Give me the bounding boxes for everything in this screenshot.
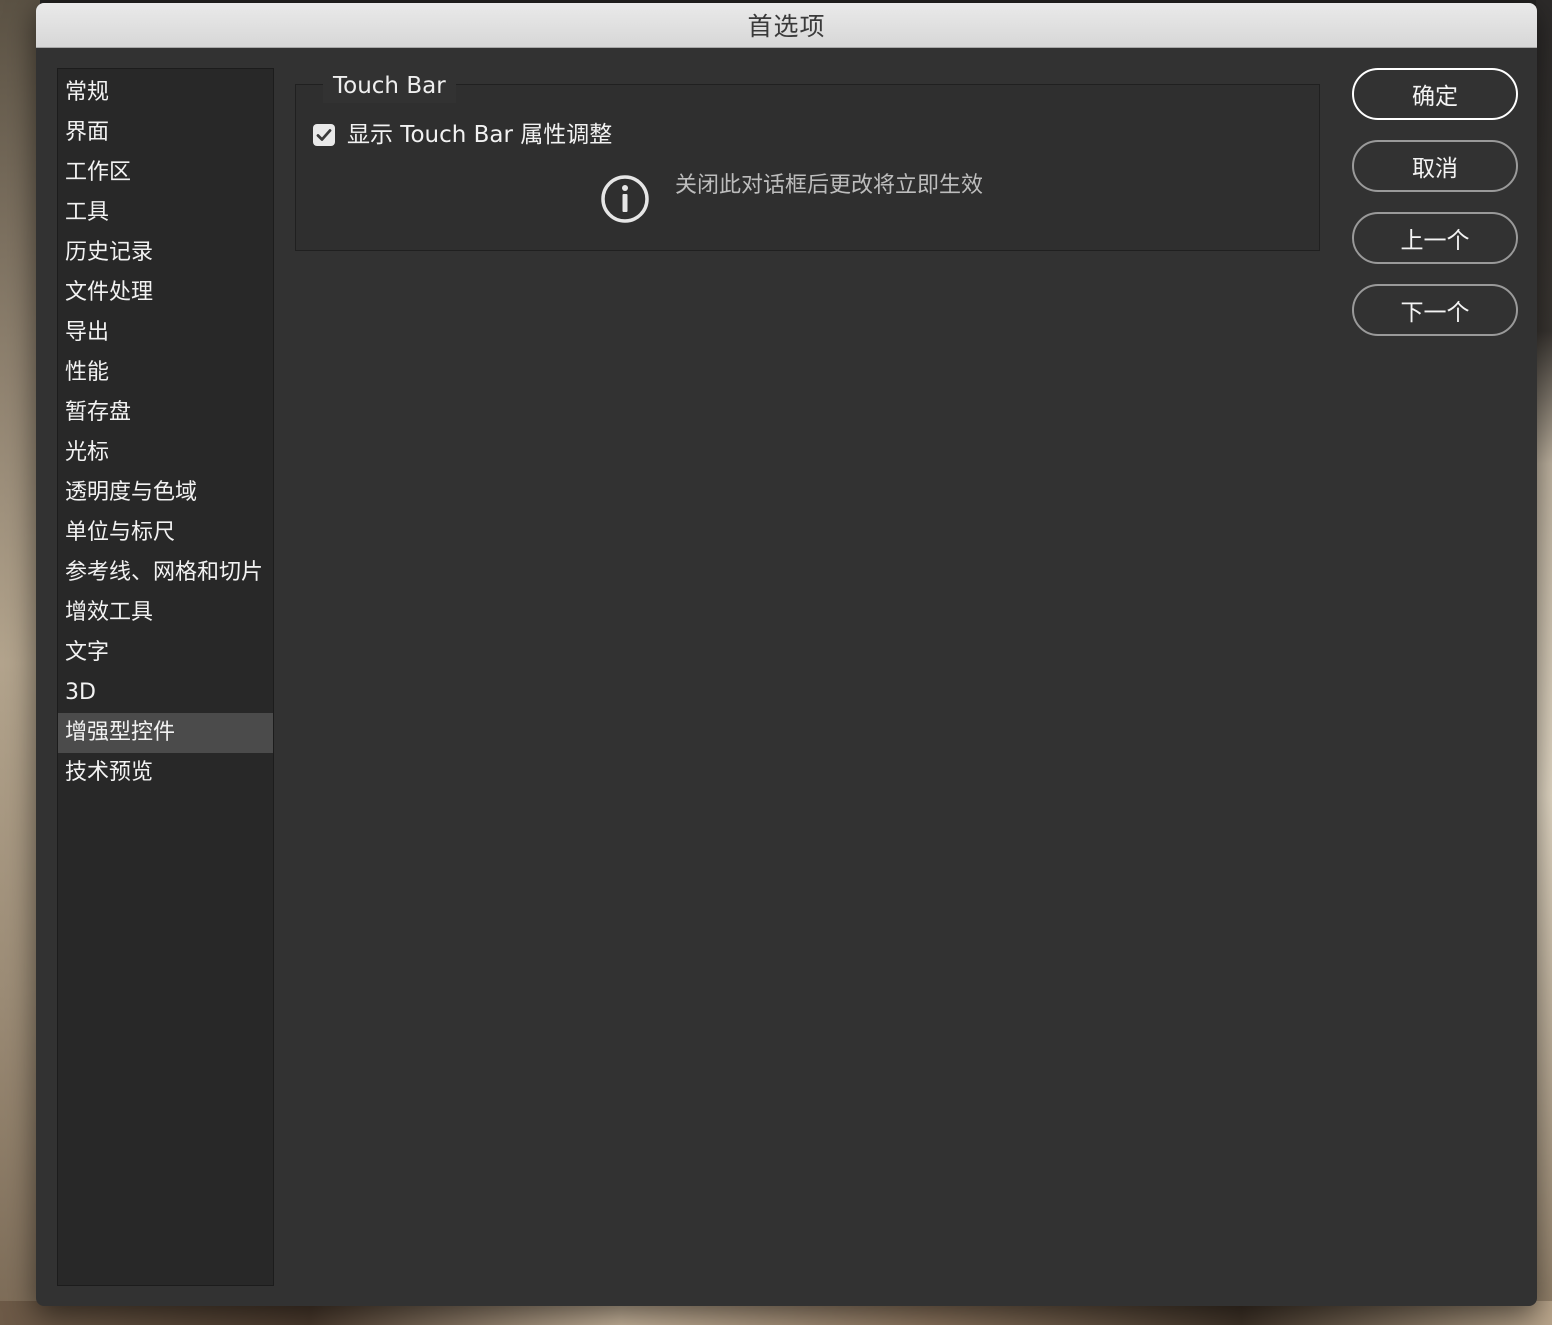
sidebar-item-tools[interactable]: 工具 — [58, 193, 273, 233]
cancel-button[interactable]: 取消 — [1352, 140, 1518, 192]
touch-bar-group — [295, 84, 1320, 251]
preferences-sidebar: 常规 界面 工作区 工具 历史记录 文件处理 导出 性能 暂存盘 光标 透明度与… — [57, 68, 274, 1286]
sidebar-item-history[interactable]: 历史记录 — [58, 233, 273, 273]
sidebar-item-plugins[interactable]: 增效工具 — [58, 593, 273, 633]
desktop-backdrop-left — [0, 0, 40, 1325]
desktop-backdrop-right — [1536, 0, 1552, 1325]
sidebar-item-type[interactable]: 文字 — [58, 633, 273, 673]
sidebar-list: 常规 界面 工作区 工具 历史记录 文件处理 导出 性能 暂存盘 光标 透明度与… — [58, 69, 273, 793]
touch-bar-group-title: Touch Bar — [323, 69, 456, 103]
info-message: 关闭此对话框后更改将立即生效 — [599, 173, 983, 225]
show-touch-bar-label[interactable]: 显示 Touch Bar 属性调整 — [347, 118, 612, 152]
sidebar-item-cursors[interactable]: 光标 — [58, 433, 273, 473]
sidebar-item-export[interactable]: 导出 — [58, 313, 273, 353]
sidebar-item-file-handling[interactable]: 文件处理 — [58, 273, 273, 313]
show-touch-bar-option[interactable]: 显示 Touch Bar 属性调整 — [313, 118, 612, 152]
checkmark-icon — [316, 129, 332, 141]
info-text: 关闭此对话框后更改将立即生效 — [675, 173, 984, 198]
sidebar-item-performance[interactable]: 性能 — [58, 353, 273, 393]
sidebar-item-workspace[interactable]: 工作区 — [58, 153, 273, 193]
sidebar-item-3d[interactable]: 3D — [58, 673, 273, 713]
sidebar-item-general[interactable]: 常规 — [58, 73, 273, 113]
sidebar-item-transparency-gamut[interactable]: 透明度与色域 — [58, 473, 273, 513]
ok-button[interactable]: 确定 — [1352, 68, 1518, 120]
sidebar-item-units-rulers[interactable]: 单位与标尺 — [58, 513, 273, 553]
sidebar-item-scratch-disks[interactable]: 暂存盘 — [58, 393, 273, 433]
title-bar[interactable]: 首选项 — [36, 3, 1537, 48]
preferences-dialog: 首选项 常规 界面 工作区 工具 历史记录 文件处理 导出 性能 暂存盘 光标 … — [36, 3, 1537, 1306]
dialog-title: 首选项 — [747, 12, 826, 41]
sidebar-item-enhanced-controls[interactable]: 增强型控件 — [58, 713, 273, 753]
next-button[interactable]: 下一个 — [1352, 284, 1518, 336]
show-touch-bar-checkbox[interactable] — [313, 124, 335, 146]
info-circle-icon — [601, 175, 649, 223]
sidebar-item-interface[interactable]: 界面 — [58, 113, 273, 153]
sidebar-item-guides-grid-slices[interactable]: 参考线、网格和切片 — [58, 553, 273, 593]
previous-button[interactable]: 上一个 — [1352, 212, 1518, 264]
sidebar-item-technology-previews[interactable]: 技术预览 — [58, 753, 273, 793]
